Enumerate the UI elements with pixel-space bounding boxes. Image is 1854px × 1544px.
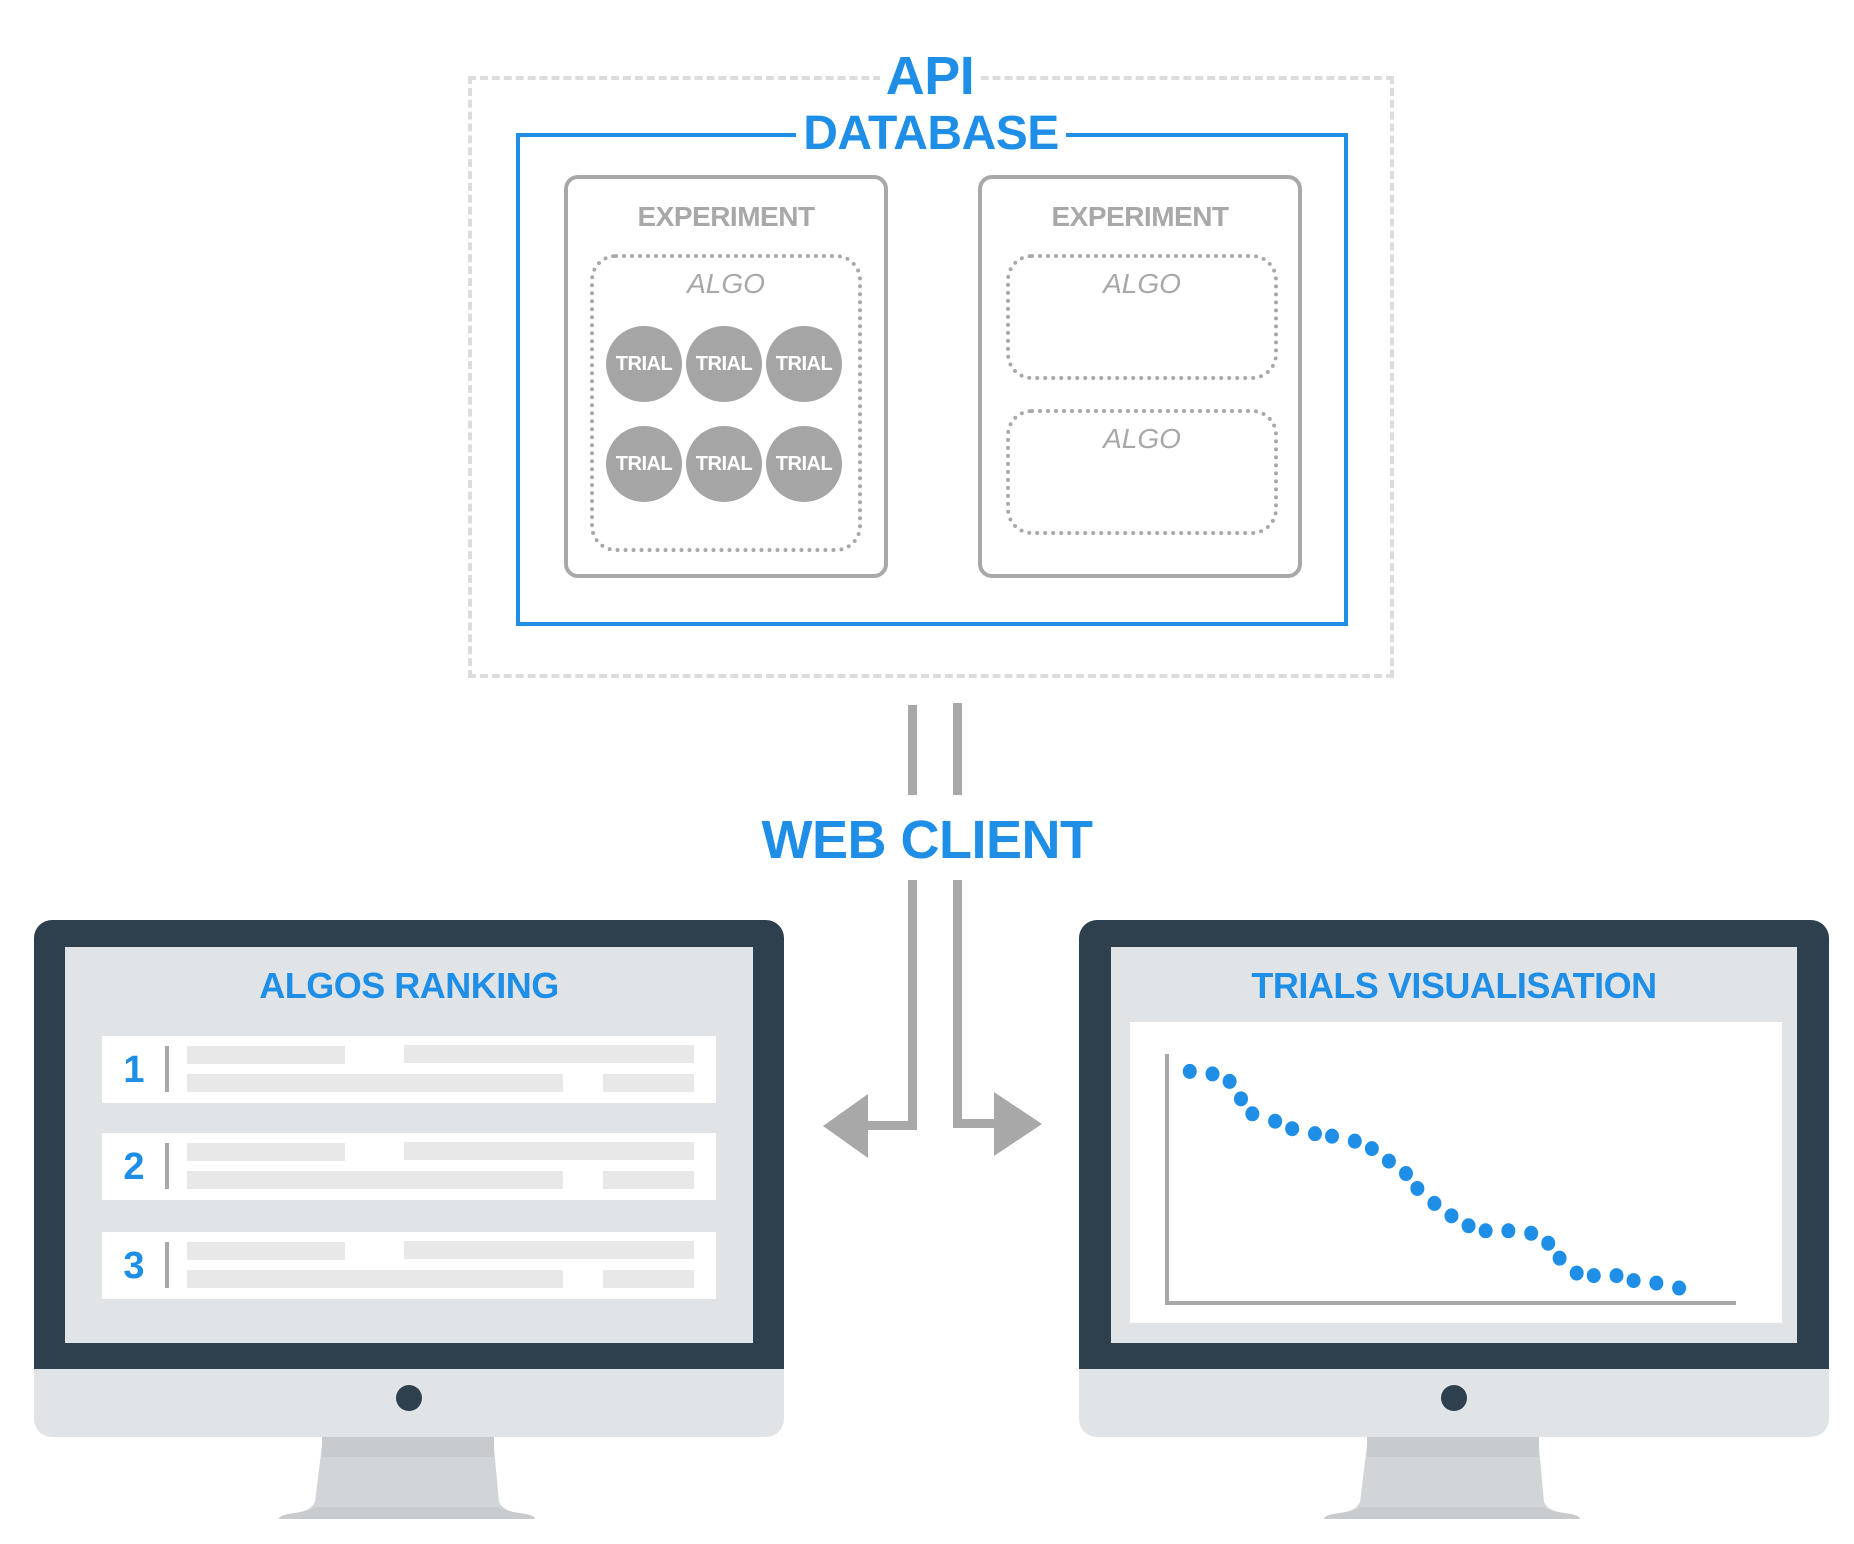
- data-point: [1398, 1166, 1413, 1182]
- placeholder-bar: [187, 1046, 345, 1064]
- data-point: [1444, 1208, 1459, 1224]
- chart-panel: [1130, 1022, 1782, 1323]
- data-point: [1285, 1121, 1300, 1137]
- arrow-right-icon: [994, 1092, 1042, 1156]
- arrow-right-shaft: [953, 880, 962, 1128]
- divider: [165, 1046, 169, 1092]
- placeholder-bar: [404, 1045, 694, 1063]
- data-point: [1541, 1235, 1556, 1251]
- data-point: [1182, 1063, 1197, 1079]
- data-point: [1609, 1268, 1624, 1284]
- placeholder-bar: [603, 1074, 694, 1092]
- placeholder-bar: [187, 1143, 345, 1161]
- data-point: [1649, 1275, 1664, 1291]
- data-point: [1478, 1223, 1493, 1239]
- data-point: [1586, 1268, 1601, 1284]
- data-point: [1268, 1113, 1283, 1129]
- data-point: [1410, 1180, 1425, 1196]
- data-point: [1233, 1091, 1248, 1107]
- monitor-stand: [279, 1437, 535, 1519]
- right-monitor: TRIALS VISUALISATION: [1079, 920, 1829, 1520]
- data-point: [1222, 1073, 1237, 1089]
- power-button-icon: [1441, 1385, 1467, 1411]
- arrow-left-elbow: [866, 1121, 917, 1130]
- data-point: [1427, 1195, 1442, 1211]
- placeholder-bar: [187, 1270, 563, 1288]
- placeholder-bar: [187, 1171, 563, 1189]
- data-point: [1307, 1126, 1322, 1142]
- data-point: [1325, 1128, 1340, 1144]
- data-point: [1245, 1106, 1260, 1122]
- data-point: [1524, 1225, 1539, 1241]
- placeholder-bar: [404, 1241, 694, 1259]
- power-button-icon: [396, 1385, 422, 1411]
- arrow-left-shaft: [908, 880, 917, 1130]
- ranking-row[interactable]: 2: [102, 1133, 716, 1200]
- divider: [165, 1143, 169, 1189]
- placeholder-bar: [603, 1171, 694, 1189]
- data-point: [1381, 1153, 1396, 1169]
- placeholder-bar: [187, 1242, 345, 1260]
- arrow-right-elbow: [953, 1119, 997, 1128]
- rank-number: 1: [123, 1049, 145, 1091]
- screen: TRIALS VISUALISATION: [1111, 947, 1797, 1343]
- ranking-row[interactable]: 3: [102, 1232, 716, 1299]
- data-point: [1626, 1273, 1641, 1289]
- chart-title: TRIALS VISUALISATION: [1251, 965, 1657, 1006]
- monitor-stand: [1324, 1437, 1580, 1519]
- ranking-row[interactable]: 1: [102, 1036, 716, 1103]
- data-point: [1461, 1218, 1476, 1234]
- data-point: [1347, 1133, 1362, 1149]
- placeholder-bar: [187, 1074, 563, 1092]
- placeholder-bar: [404, 1142, 694, 1160]
- data-point: [1205, 1066, 1220, 1082]
- arrow-left-icon: [823, 1094, 868, 1158]
- rank-number: 3: [123, 1245, 145, 1287]
- data-point: [1569, 1265, 1584, 1281]
- rank-number: 2: [123, 1146, 145, 1188]
- data-point: [1552, 1250, 1567, 1266]
- screen: ALGOS RANKING 1 2 3: [65, 947, 753, 1343]
- data-point: [1672, 1280, 1687, 1296]
- left-monitor: ALGOS RANKING 1 2 3: [34, 920, 784, 1520]
- data-point: [1501, 1223, 1516, 1239]
- divider: [165, 1242, 169, 1288]
- ranking-title: ALGOS RANKING: [259, 965, 559, 1006]
- scatter-chart: [1165, 1054, 1736, 1305]
- data-point: [1364, 1141, 1379, 1157]
- placeholder-bar: [603, 1270, 694, 1288]
